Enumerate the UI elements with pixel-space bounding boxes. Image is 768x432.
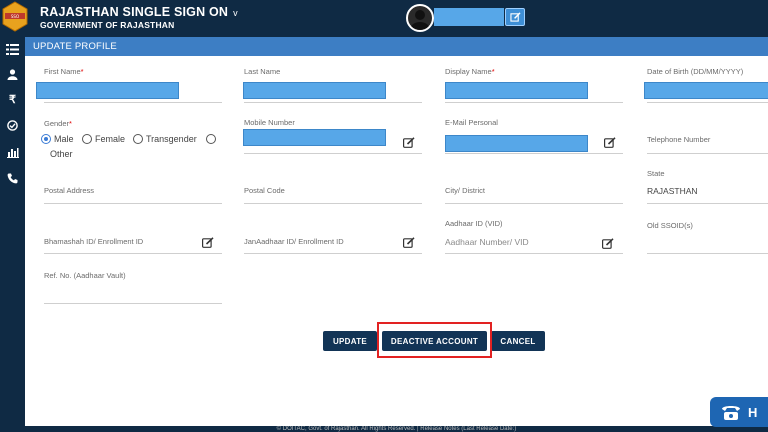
user-avatar[interactable] [406,4,434,32]
update-button[interactable]: UPDATE [323,331,377,351]
mobile-input[interactable] [243,129,386,146]
cancel-button[interactable]: CANCEL [491,331,545,351]
telephone-label: Telephone Number [647,135,711,144]
email-input[interactable] [445,135,588,152]
edit-bhamashah-icon[interactable] [202,237,214,248]
postal-address-label: Postal Address [44,186,95,195]
help-label: H [748,404,758,420]
bhamashah-field[interactable]: Bhamashah ID/ Enrollment ID [44,237,222,254]
display-name-field: Display Name* [445,67,623,103]
last-name-label: Last Name [244,67,281,76]
update-profile-panel: UPDATE PROFILE First Name* Last Name Dis… [25,37,768,427]
user-name-redacted [434,8,504,26]
left-sidebar: ₹ [0,36,25,432]
city-field[interactable]: City/ District [445,186,623,204]
edit-mobile-icon[interactable] [403,137,415,148]
gender-option-transgender[interactable]: Transgender [133,134,197,144]
highlight-box [377,322,492,358]
aadhaar-input[interactable]: Aadhaar Number/ VID [445,237,529,247]
edit-aadhaar-icon[interactable] [602,238,614,249]
user-icon[interactable] [0,63,25,85]
first-name-field: First Name* [36,67,222,103]
last-name-field: Last Name [243,67,422,103]
panel-title: UPDATE PROFILE [25,37,768,56]
first-name-label: First Name* [44,67,84,76]
app-title-text: RAJASTHAN SINGLE SIGN ON [40,5,229,19]
telephone-field[interactable]: Telephone Number [647,135,768,154]
government-subtitle: GOVERNMENT OF RAJASTHAN [40,20,175,30]
aadhaar-field: Aadhaar ID (VID) Aadhaar Number/ VID [445,219,623,254]
dob-input[interactable] [644,82,768,99]
radio-male[interactable] [41,134,51,144]
last-name-input[interactable] [243,82,386,99]
menu-list-icon[interactable] [0,38,25,60]
state-field[interactable]: State RAJASTHAN [647,169,768,204]
app-title[interactable]: RAJASTHAN SINGLE SIGN ON v [40,5,238,19]
svg-text:SSO: SSO [11,14,19,19]
help-button[interactable]: H [710,397,768,427]
state-value: RAJASTHAN [647,186,698,196]
mobile-field: Mobile Number [243,118,422,154]
state-label: State [647,169,665,178]
ref-no-field[interactable]: Ref. No. (Aadhaar Vault) [44,271,222,304]
radio-transgender[interactable] [133,134,143,144]
old-ssoid-label: Old SSOID(s) [647,221,693,230]
edit-email-icon[interactable] [604,137,616,148]
user-silhouette-icon [411,10,429,30]
rupee-icon[interactable]: ₹ [0,88,25,110]
ref-no-label: Ref. No. (Aadhaar Vault) [44,271,126,280]
gender-label: Gender* [44,119,72,128]
gender-option-other[interactable] [206,134,219,144]
app-switcher-caret-icon[interactable]: v [233,8,238,18]
rajasthan-sso-logo-icon[interactable]: SSO [0,0,30,34]
footer-text: © DOITAC, Govt. of Rajasthan. All Rights… [25,426,768,432]
phone-icon[interactable] [0,167,25,189]
postal-code-field[interactable]: Postal Code [244,186,422,204]
dob-field: Date of Birth (DD/MM/YYYY) [644,67,768,103]
email-field: E-Mail Personal [445,118,623,154]
telephone-icon [722,406,740,420]
first-name-input[interactable] [36,82,179,99]
display-name-label: Display Name* [445,67,495,76]
postal-address-field[interactable]: Postal Address [44,186,222,204]
postal-code-label: Postal Code [244,186,285,195]
mobile-label: Mobile Number [244,118,295,127]
edit-janaadhaar-icon[interactable] [403,237,415,248]
janaadhaar-field[interactable]: JanAadhaar ID/ Enrollment ID [244,237,422,254]
radio-female[interactable] [82,134,92,144]
janaadhaar-label: JanAadhaar ID/ Enrollment ID [244,237,344,246]
city-label: City/ District [445,186,485,195]
display-name-input[interactable] [445,82,588,99]
radio-other[interactable] [206,134,216,144]
old-ssoid-field[interactable]: Old SSOID(s) [647,221,768,254]
top-header: SSO RAJASTHAN SINGLE SIGN ON v GOVERNMENT… [0,0,768,36]
dob-label: Date of Birth (DD/MM/YYYY) [647,67,744,76]
gender-other-label: Other [50,149,73,159]
edit-icon [509,12,521,22]
bhamashah-label: Bhamashah ID/ Enrollment ID [44,237,144,246]
email-label: E-Mail Personal [445,118,498,127]
aadhaar-label: Aadhaar ID (VID) [445,219,503,228]
gender-option-male[interactable]: Male [41,134,74,144]
bar-chart-icon[interactable] [0,141,25,163]
edit-profile-button[interactable] [505,8,525,26]
check-circle-icon[interactable] [0,114,25,136]
gender-option-female[interactable]: Female [82,134,125,144]
